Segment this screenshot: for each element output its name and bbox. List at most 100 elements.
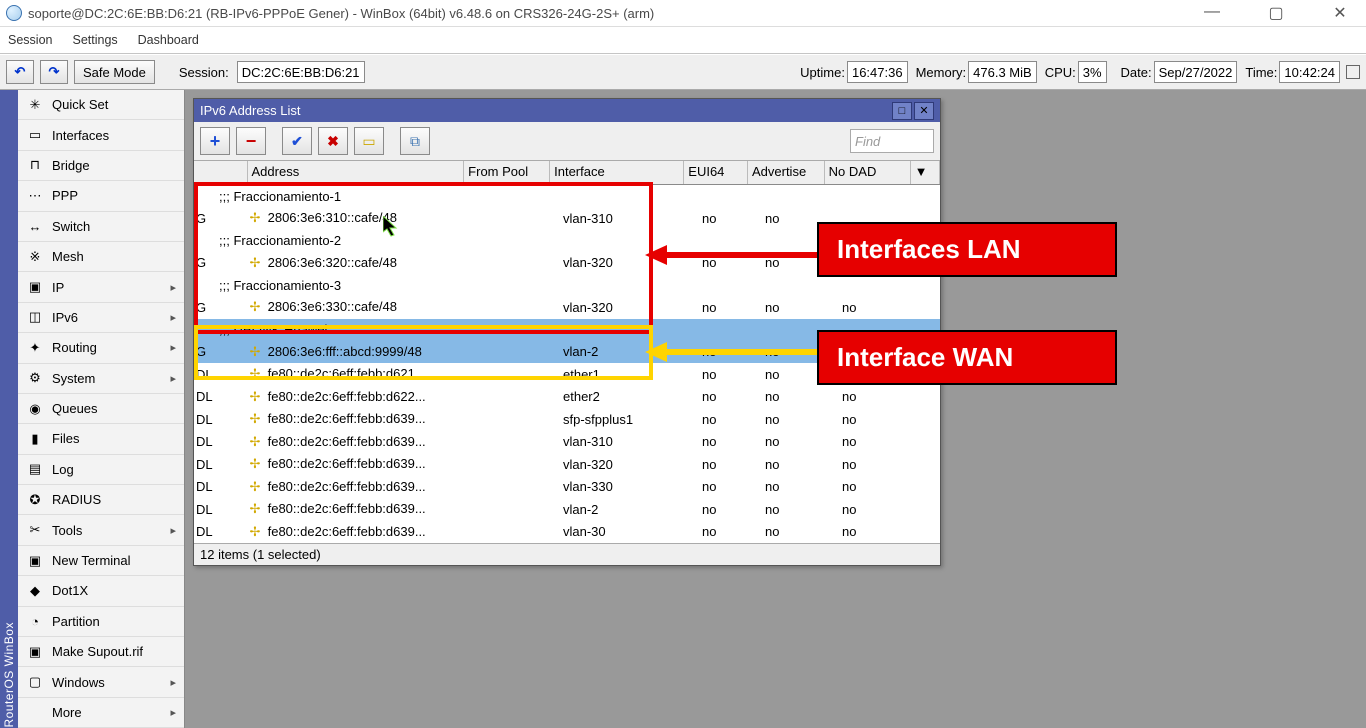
filter-button[interactable]: ⧉ bbox=[400, 127, 430, 155]
menubar: Session Settings Dashboard bbox=[0, 27, 1366, 54]
menu-icon: ✳ bbox=[26, 96, 44, 114]
disable-button[interactable]: ✖ bbox=[318, 127, 348, 155]
menu-icon: ◉ bbox=[26, 400, 44, 418]
sidebar-item-ip[interactable]: ▣ IP ▸ bbox=[18, 272, 184, 302]
column-header[interactable]: Address bbox=[248, 161, 465, 184]
safe-mode-button[interactable]: Safe Mode bbox=[74, 60, 155, 84]
sidebar-item-label: New Terminal bbox=[52, 553, 131, 568]
workspace: IPv6 Address List □ ✕ + − ✔ ✖ ▭ ⧉ Find A… bbox=[185, 90, 1366, 728]
sidebar-item-files[interactable]: ▮ Files bbox=[18, 424, 184, 454]
sidebar-item-label: Interfaces bbox=[52, 128, 109, 143]
table-comment-row[interactable]: ;;; Fraccionamiento-1 bbox=[194, 185, 940, 207]
address-icon: ✢ bbox=[248, 501, 262, 517]
sidebar-item-label: Dot1X bbox=[52, 583, 88, 598]
sidebar-item-dot1x[interactable]: ◆ Dot1X bbox=[18, 576, 184, 606]
close-button[interactable]: ✕ bbox=[1320, 3, 1360, 23]
sidebar-item-radius[interactable]: ✪ RADIUS bbox=[18, 485, 184, 515]
session-value: DC:2C:6E:BB:D6:21 bbox=[237, 61, 365, 83]
sidebar-item-system[interactable]: ⚙ System ▸ bbox=[18, 364, 184, 394]
address-icon: ✢ bbox=[248, 456, 262, 472]
maximize-button[interactable]: ▢ bbox=[1256, 3, 1296, 23]
sidebar-item-switch[interactable]: ↔ Switch bbox=[18, 212, 184, 242]
vertical-tab-label: RouterOS WinBox bbox=[2, 622, 16, 728]
sidebar-item-windows[interactable]: ▢ Windows ▸ bbox=[18, 667, 184, 697]
sidebar-item-label: More bbox=[52, 705, 82, 720]
column-header[interactable]: Interface bbox=[550, 161, 684, 184]
find-input[interactable]: Find bbox=[850, 129, 934, 153]
menu-icon: ⊓ bbox=[26, 156, 44, 174]
sidebar-item-routing[interactable]: ✦ Routing ▸ bbox=[18, 333, 184, 363]
redo-button[interactable]: ↷ bbox=[40, 60, 68, 84]
hide-panel-button[interactable] bbox=[1346, 65, 1360, 79]
table-row[interactable]: DL✢ fe80::de2c:6eff:febb:d639...vlan-330… bbox=[194, 476, 940, 499]
sidebar-item-partition[interactable]: ◔ Partition bbox=[18, 607, 184, 637]
table-header[interactable]: AddressFrom PoolInterfaceEUI64AdvertiseN… bbox=[194, 161, 940, 185]
subwindow-title: IPv6 Address List bbox=[200, 103, 300, 118]
subwindow-toolbar: + − ✔ ✖ ▭ ⧉ Find bbox=[194, 122, 940, 161]
add-button[interactable]: + bbox=[200, 127, 230, 155]
menu-icon: ▭ bbox=[26, 126, 44, 144]
menu-settings[interactable]: Settings bbox=[72, 33, 117, 47]
menu-icon: ▣ bbox=[26, 278, 44, 296]
column-header[interactable]: No DAD bbox=[825, 161, 911, 184]
sidebar-item-bridge[interactable]: ⊓ Bridge bbox=[18, 151, 184, 181]
sidebar-item-label: Quick Set bbox=[52, 97, 108, 112]
menu-icon: ⚙ bbox=[26, 369, 44, 387]
submenu-arrow-icon: ▸ bbox=[170, 706, 176, 719]
date-label: Date: bbox=[1121, 65, 1152, 80]
sidebar-item-ppp[interactable]: ⋯ PPP bbox=[18, 181, 184, 211]
sidebar-item-label: IPv6 bbox=[52, 310, 78, 325]
table-row[interactable]: DL✢ fe80::de2c:6eff:febb:d639...vlan-310… bbox=[194, 431, 940, 454]
comment-button[interactable]: ▭ bbox=[354, 127, 384, 155]
sidebar-item-tools[interactable]: ✂ Tools ▸ bbox=[18, 515, 184, 545]
sidebar-item-interfaces[interactable]: ▭ Interfaces bbox=[18, 120, 184, 150]
app-icon bbox=[6, 5, 22, 21]
table-comment-row[interactable]: ;;; Fraccionamiento-3 bbox=[194, 274, 940, 296]
sidebar-item-more[interactable]: More ▸ bbox=[18, 698, 184, 728]
table-row[interactable]: DL✢ fe80::de2c:6eff:febb:d639...vlan-2no… bbox=[194, 498, 940, 521]
submenu-arrow-icon: ▸ bbox=[170, 341, 176, 354]
menu-dashboard[interactable]: Dashboard bbox=[138, 33, 199, 47]
menu-icon: ↔ bbox=[26, 217, 44, 235]
column-header[interactable]: Advertise bbox=[748, 161, 825, 184]
table-row[interactable]: G✢ 2806:3e6:330::cafe/48vlan-320nonono bbox=[194, 296, 940, 319]
vertical-tab[interactable]: RouterOS WinBox bbox=[0, 90, 18, 728]
sidebar-item-quick-set[interactable]: ✳ Quick Set bbox=[18, 90, 184, 120]
sidebar-item-make-supout-rif[interactable]: ▣ Make Supout.rif bbox=[18, 637, 184, 667]
uptime-label: Uptime: bbox=[800, 65, 845, 80]
annotation-wan-label: Interface WAN bbox=[817, 330, 1117, 385]
subwindow-titlebar[interactable]: IPv6 Address List □ ✕ bbox=[194, 99, 940, 122]
column-menu-button[interactable]: ▼ bbox=[911, 161, 940, 184]
sidebar-item-label: Switch bbox=[52, 219, 90, 234]
menu-icon: ▣ bbox=[26, 552, 44, 570]
table-row[interactable]: DL✢ fe80::de2c:6eff:febb:d639...vlan-320… bbox=[194, 453, 940, 476]
menu-icon: ✪ bbox=[26, 491, 44, 509]
table-row[interactable]: DL✢ fe80::de2c:6eff:febb:d639...sfp-sfpp… bbox=[194, 408, 940, 431]
subwindow-resize-button[interactable]: □ bbox=[892, 102, 912, 120]
uptime-value: 16:47:36 bbox=[847, 61, 908, 83]
sidebar-item-new-terminal[interactable]: ▣ New Terminal bbox=[18, 546, 184, 576]
time-value: 10:42:24 bbox=[1279, 61, 1340, 83]
sidebar-item-queues[interactable]: ◉ Queues bbox=[18, 394, 184, 424]
subwindow-close-button[interactable]: ✕ bbox=[914, 102, 934, 120]
submenu-arrow-icon: ▸ bbox=[170, 311, 176, 324]
menu-icon: ⋯ bbox=[26, 187, 44, 205]
sidebar-item-label: Routing bbox=[52, 340, 97, 355]
column-header[interactable] bbox=[194, 161, 248, 184]
address-icon: ✢ bbox=[248, 299, 262, 315]
remove-button[interactable]: − bbox=[236, 127, 266, 155]
sidebar-item-ipv6[interactable]: ◫ IPv6 ▸ bbox=[18, 303, 184, 333]
table-row[interactable]: DL✢ fe80::de2c:6eff:febb:d622...ether2no… bbox=[194, 386, 940, 409]
column-header[interactable]: From Pool bbox=[464, 161, 550, 184]
menu-icon: ▮ bbox=[26, 430, 44, 448]
memory-label: Memory: bbox=[916, 65, 967, 80]
minimize-button[interactable]: — bbox=[1192, 3, 1232, 23]
enable-button[interactable]: ✔ bbox=[282, 127, 312, 155]
sidebar-item-mesh[interactable]: ※ Mesh bbox=[18, 242, 184, 272]
sidebar-item-label: Files bbox=[52, 431, 79, 446]
table-row[interactable]: DL✢ fe80::de2c:6eff:febb:d639...vlan-30n… bbox=[194, 521, 940, 544]
menu-session[interactable]: Session bbox=[8, 33, 52, 47]
undo-button[interactable]: ↶ bbox=[6, 60, 34, 84]
sidebar-item-log[interactable]: ▤ Log bbox=[18, 455, 184, 485]
column-header[interactable]: EUI64 bbox=[684, 161, 748, 184]
